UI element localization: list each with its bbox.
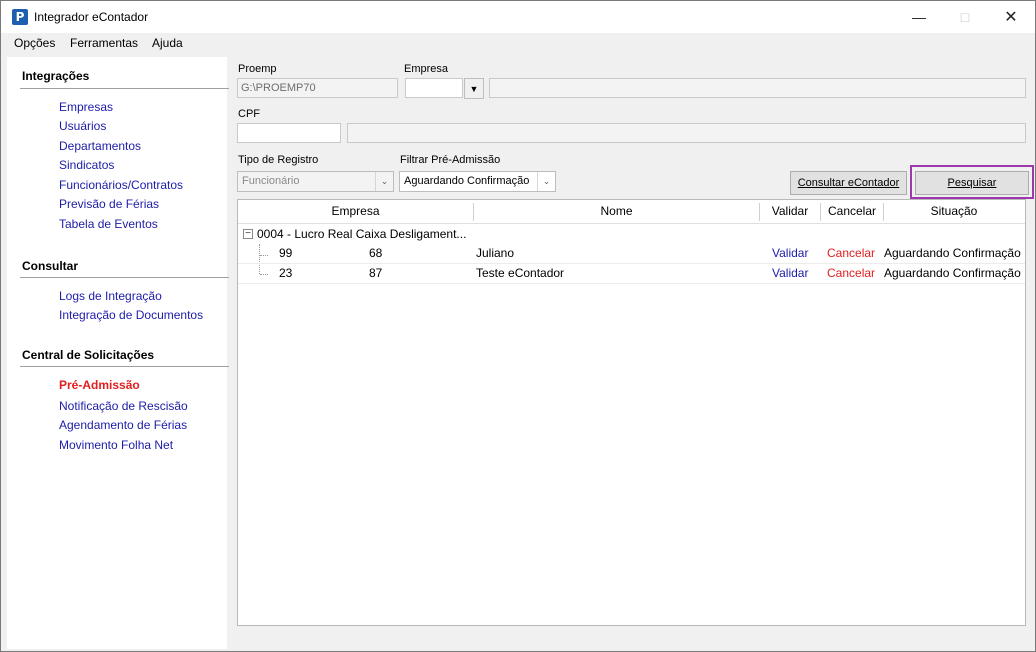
- grid-header: Empresa Nome Validar Cancelar Situação: [238, 200, 1025, 224]
- filtro-select[interactable]: Aguardando Confirmação ⌄: [399, 171, 556, 192]
- app-window: P Integrador eContador — □ ✕ Opções Ferr…: [0, 0, 1036, 652]
- cancelar-link[interactable]: Cancelar: [827, 266, 875, 280]
- collapse-icon[interactable]: −: [243, 229, 253, 239]
- chevron-down-icon: ⌄: [537, 172, 555, 191]
- sidebar-item-sindicatos[interactable]: Sindicatos: [59, 158, 114, 172]
- sidebar-item-movimento-folha[interactable]: Movimento Folha Net: [59, 438, 173, 452]
- cpf-name-field: [347, 123, 1026, 143]
- results-grid: Empresa Nome Validar Cancelar Situação −…: [237, 199, 1026, 626]
- empresa-code-field[interactable]: [405, 78, 463, 98]
- section-divider: [20, 366, 229, 367]
- sidebar-item-logs[interactable]: Logs de Integração: [59, 289, 162, 303]
- menu-ferramentas[interactable]: Ferramentas: [70, 36, 138, 50]
- pesquisar-button[interactable]: Pesquisar: [915, 171, 1029, 195]
- chevron-down-icon: ⌄: [375, 172, 393, 191]
- menu-ajuda[interactable]: Ajuda: [152, 36, 183, 50]
- row-nome: Teste eContador: [476, 266, 565, 280]
- sidebar-item-usuarios[interactable]: Usuários: [59, 119, 106, 133]
- validar-link[interactable]: Validar: [772, 246, 808, 260]
- column-header-cancelar[interactable]: Cancelar: [821, 200, 883, 224]
- column-header-validar[interactable]: Validar: [760, 200, 820, 224]
- section-title-central: Central de Solicitações: [22, 348, 155, 362]
- column-header-nome[interactable]: Nome: [474, 200, 759, 224]
- empresa-label: Empresa: [404, 63, 449, 75]
- group-row[interactable]: − 0004 - Lucro Real Caixa Desligament...: [238, 224, 1025, 244]
- column-header-empresa[interactable]: Empresa: [238, 200, 473, 224]
- section-title-consultar: Consultar: [22, 259, 79, 273]
- row-id: 23: [279, 266, 293, 280]
- empresa-name-field: [489, 78, 1026, 98]
- sidebar: Integrações Empresas Usuários Departamen…: [7, 57, 229, 649]
- tipo-registro-value: Funcionário: [242, 175, 300, 187]
- sidebar-item-integracao-documentos[interactable]: Integração de Documentos: [59, 308, 203, 322]
- proemp-label: Proemp: [238, 63, 277, 75]
- section-divider: [20, 277, 229, 278]
- sidebar-item-pre-admissao[interactable]: Pré-Admissão: [59, 378, 140, 392]
- group-label: 0004 - Lucro Real Caixa Desligament...: [257, 227, 467, 241]
- sidebar-item-tabela-eventos[interactable]: Tabela de Eventos: [59, 217, 158, 231]
- row-id: 99: [279, 246, 293, 260]
- row-empresa: 87: [369, 266, 383, 280]
- sidebar-item-agendamento-ferias[interactable]: Agendamento de Férias: [59, 418, 187, 432]
- section-divider: [20, 88, 229, 89]
- filtro-label: Filtrar Pré-Admissão: [400, 154, 501, 166]
- close-button[interactable]: ✕: [988, 1, 1034, 33]
- table-row[interactable]: 23 87 Teste eContador Validar Cancelar A…: [238, 264, 1025, 284]
- sidebar-item-funcionarios[interactable]: Funcionários/Contratos: [59, 178, 183, 192]
- sidebar-item-previsao-ferias[interactable]: Previsão de Férias: [59, 197, 159, 211]
- cpf-label: CPF: [238, 108, 260, 120]
- menu-bar: Opções Ferramentas Ajuda: [1, 33, 1035, 55]
- tipo-registro-label: Tipo de Registro: [238, 154, 319, 166]
- cpf-field[interactable]: [237, 123, 341, 143]
- consultar-econtador-button[interactable]: Consultar eContador: [790, 171, 907, 195]
- row-empresa: 68: [369, 246, 383, 260]
- app-logo-icon: P: [12, 9, 28, 25]
- empresa-dropdown-button[interactable]: ▼: [464, 78, 484, 99]
- proemp-field[interactable]: G:\PROEMP70: [237, 78, 398, 98]
- row-situacao: Aguardando Confirmação: [884, 246, 1021, 260]
- column-header-situacao[interactable]: Situação: [884, 200, 1024, 224]
- triangle-down-icon: ▼: [469, 83, 479, 94]
- sidebar-item-empresas[interactable]: Empresas: [59, 100, 113, 114]
- filtro-value: Aguardando Confirmação: [404, 175, 530, 187]
- row-nome: Juliano: [476, 246, 515, 260]
- maximize-button[interactable]: □: [942, 1, 988, 33]
- cancelar-link[interactable]: Cancelar: [827, 246, 875, 260]
- table-row[interactable]: 99 68 Juliano Validar Cancelar Aguardand…: [238, 244, 1025, 264]
- tipo-registro-select[interactable]: Funcionário ⌄: [237, 171, 394, 192]
- validar-link[interactable]: Validar: [772, 266, 808, 280]
- section-title-integracoes: Integrações: [22, 69, 90, 83]
- window-title: Integrador eContador: [34, 10, 149, 24]
- sidebar-item-notificacao-rescisao[interactable]: Notificação de Rescisão: [59, 399, 188, 413]
- row-situacao: Aguardando Confirmação: [884, 266, 1021, 280]
- menu-opcoes[interactable]: Opções: [14, 36, 55, 50]
- minimize-button[interactable]: —: [896, 1, 942, 33]
- sidebar-item-departamentos[interactable]: Departamentos: [59, 139, 141, 153]
- title-bar: P Integrador eContador — □ ✕: [1, 1, 1035, 33]
